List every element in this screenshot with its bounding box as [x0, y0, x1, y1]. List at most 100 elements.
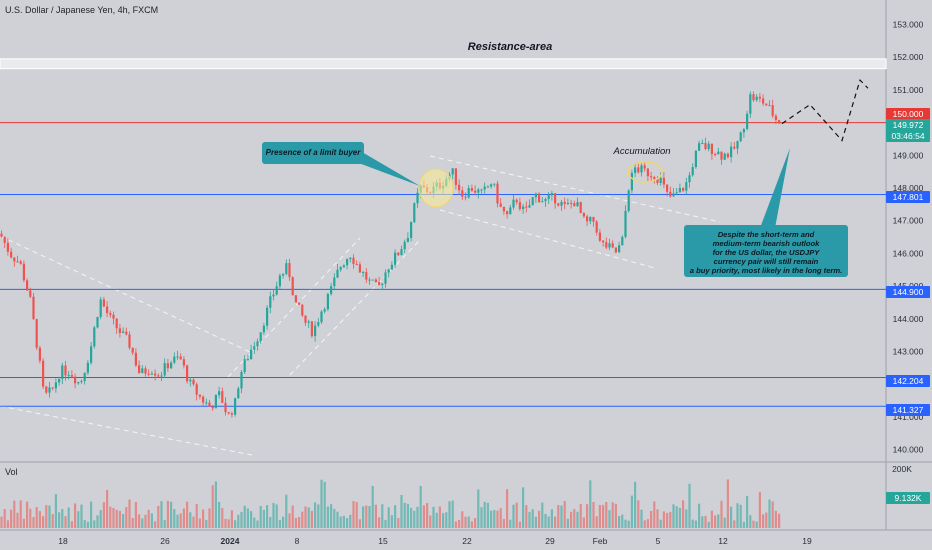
volume-bar — [758, 492, 761, 528]
volume-bar — [723, 517, 726, 528]
candle-body — [208, 402, 211, 407]
volume-bar — [0, 516, 3, 528]
candle-body — [714, 154, 717, 156]
candle-body — [182, 359, 185, 366]
volume-bar — [528, 511, 531, 528]
candle-body — [118, 328, 121, 333]
volume-bar — [141, 518, 144, 528]
candle-body — [266, 307, 269, 326]
volume-bar — [611, 502, 614, 528]
candle-body — [682, 187, 685, 191]
level-141-tag: 141.327 — [886, 404, 930, 416]
volume-bar — [333, 508, 336, 528]
volume-bar — [470, 521, 473, 528]
volume-bar — [566, 518, 569, 528]
candle-body — [579, 202, 582, 214]
candle-body — [739, 132, 742, 142]
candle-body — [694, 150, 697, 168]
limit-buyer-callout[interactable]: Presence of a limit buyer — [262, 142, 364, 164]
volume-bar — [755, 521, 758, 528]
volume-bar — [736, 503, 739, 528]
volume-bar — [125, 507, 128, 528]
volume-bar — [429, 515, 432, 528]
volume-bar — [643, 520, 646, 528]
volume-bar — [250, 511, 253, 528]
volume-bar — [666, 512, 669, 528]
candle-body — [381, 283, 384, 285]
volume-bar — [269, 516, 272, 528]
volume-bar — [672, 504, 675, 528]
candle-body — [640, 165, 643, 173]
volume-bar — [237, 514, 240, 528]
candle-body — [173, 356, 176, 363]
symbol-title: U.S. Dollar / Japanese Yen, 4h, FXCM — [5, 5, 159, 15]
volume-bar — [154, 521, 157, 528]
volume-bar — [291, 505, 294, 528]
candle-body — [512, 199, 515, 208]
price-tick-label: 140.000 — [893, 445, 924, 455]
volume-bar — [61, 509, 64, 528]
volume-bar — [54, 494, 57, 528]
candle-body — [701, 143, 704, 145]
candle-body — [749, 94, 752, 114]
time-tick-label: 5 — [656, 536, 661, 546]
candle-body — [294, 295, 297, 303]
candle-body — [480, 189, 483, 191]
candle-body — [211, 406, 214, 409]
volume-label: Vol — [5, 467, 18, 477]
candle-body — [515, 199, 518, 203]
candle-body — [240, 371, 243, 389]
candle-body — [646, 168, 649, 177]
volume-bar — [371, 485, 374, 528]
volume-bar — [522, 487, 525, 528]
volume-bar — [253, 517, 256, 528]
volume-bar — [10, 509, 13, 528]
volume-bar — [224, 518, 227, 528]
volume-bar — [307, 507, 310, 528]
candle-body — [58, 378, 61, 383]
volume-bar — [298, 517, 301, 528]
candle-body — [554, 193, 557, 204]
volume-bar — [381, 504, 384, 528]
candle-body — [458, 184, 461, 191]
candle-body — [221, 391, 224, 403]
volume-bar — [630, 495, 633, 528]
candle-body — [189, 379, 192, 382]
candle-body — [400, 249, 403, 256]
candle-body — [3, 236, 6, 243]
volume-bar — [346, 518, 349, 528]
volume-bar — [720, 500, 723, 528]
volume-bar — [221, 508, 224, 528]
outlook-callout[interactable]: Despite the short-term and medium-term b… — [684, 225, 848, 277]
volume-bar — [166, 500, 169, 528]
accumulation-label: Accumulation — [613, 146, 671, 157]
volume-bar — [704, 515, 707, 528]
volume-bar — [288, 513, 291, 528]
volume-bar — [698, 503, 701, 528]
candle-body — [314, 325, 317, 337]
chart-area[interactable]: 153.000152.000151.000150.000149.000148.0… — [0, 0, 932, 550]
volume-bar — [467, 516, 470, 528]
volume-bar — [406, 503, 409, 528]
volume-bar — [589, 480, 592, 528]
candle-body — [541, 201, 544, 203]
volume-bar — [256, 520, 259, 528]
candle-body — [499, 203, 502, 207]
candle-body — [362, 272, 365, 274]
volume-bar — [189, 512, 192, 528]
candle-body — [166, 363, 169, 369]
volume-bar — [134, 502, 137, 528]
candle-body — [576, 202, 579, 207]
candle-body — [762, 98, 765, 104]
candle-body — [339, 266, 342, 270]
candle-body — [666, 184, 669, 192]
candle-body — [496, 183, 499, 204]
volume-bar — [122, 513, 125, 528]
volume-current-tag: 9.132K — [886, 492, 930, 504]
candle-body — [675, 192, 678, 194]
volume-bar — [576, 511, 579, 528]
volume-bar — [384, 519, 387, 528]
candle-body — [403, 241, 406, 250]
resistance-zone — [0, 58, 887, 70]
volume-bar — [493, 510, 496, 528]
